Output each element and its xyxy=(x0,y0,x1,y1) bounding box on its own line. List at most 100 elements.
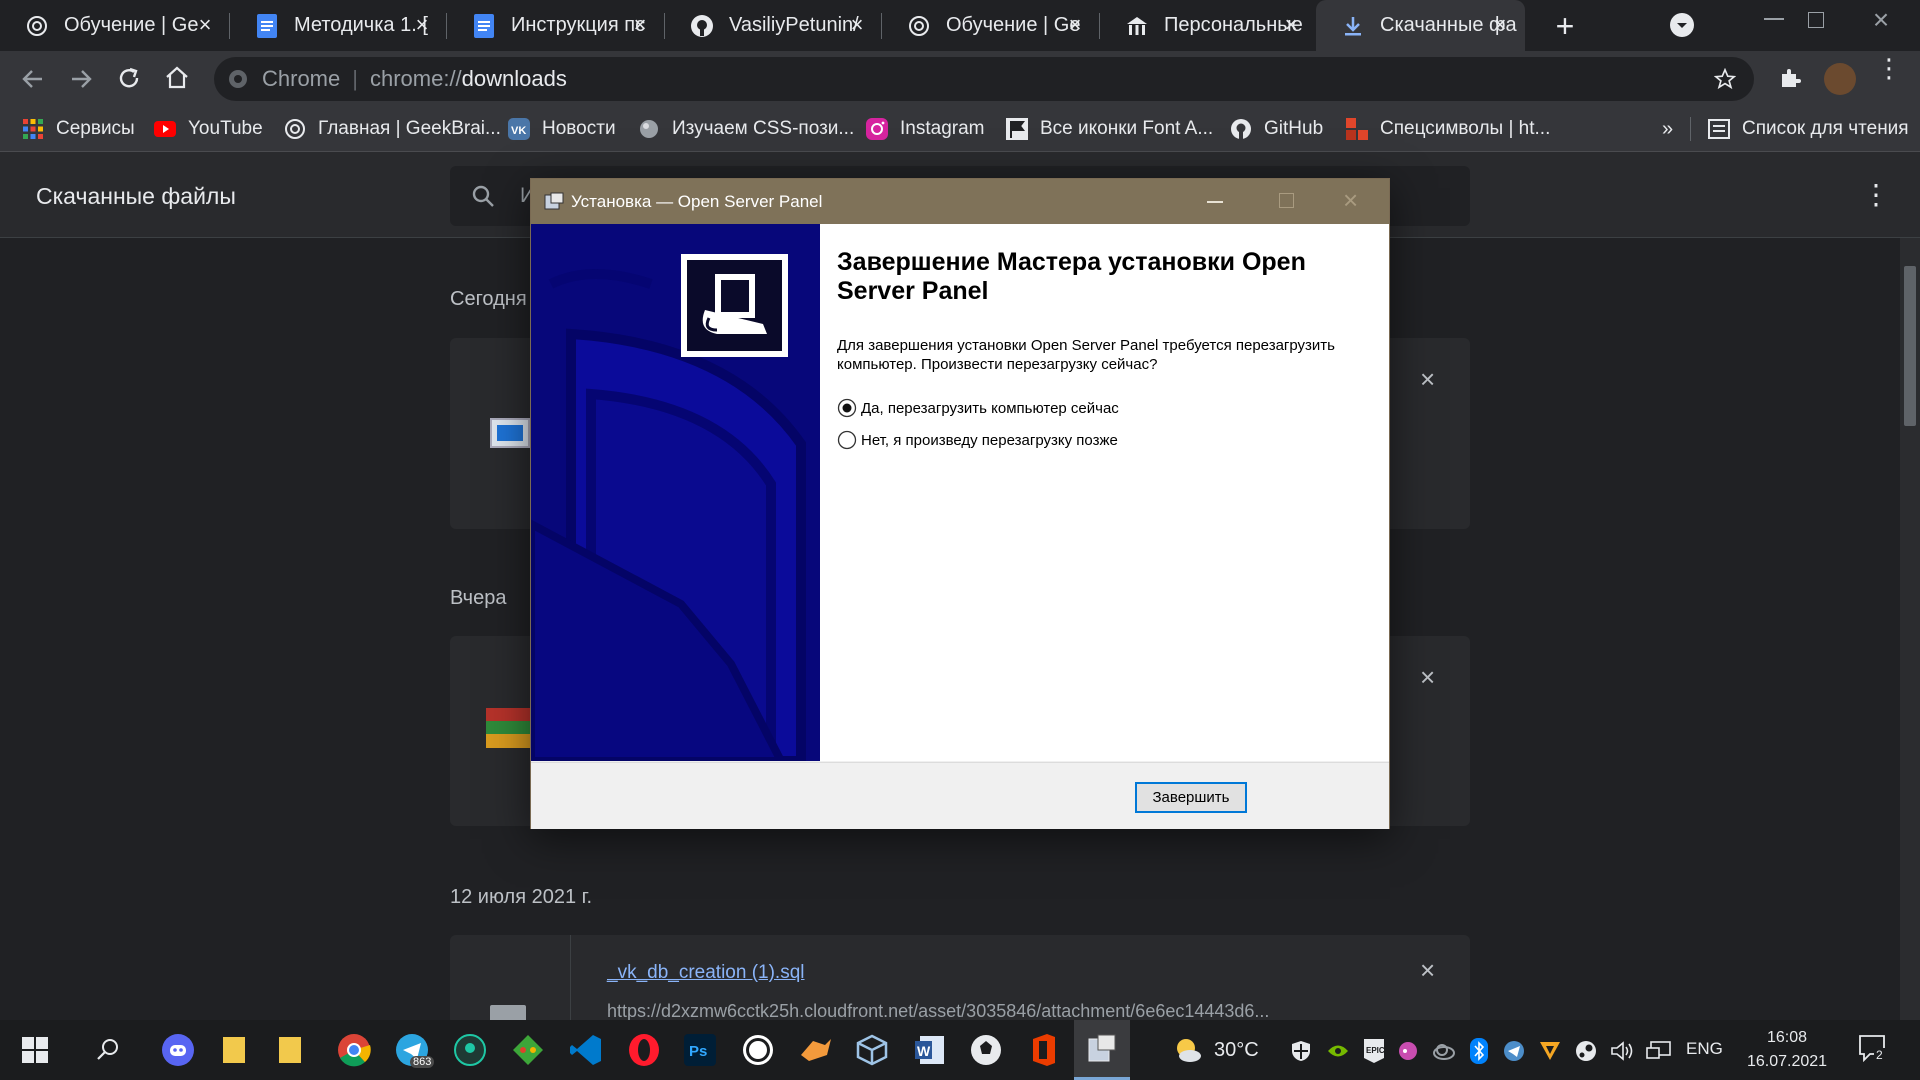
svg-text:Ps: Ps xyxy=(689,1043,707,1060)
close-icon[interactable]: × xyxy=(629,14,651,36)
taskbar-folder-2[interactable] xyxy=(262,1020,318,1080)
wizard-description: Для завершения установки Open Server Pan… xyxy=(837,337,1335,373)
installer-file-icon xyxy=(490,418,530,448)
taskbar-gitkraken[interactable] xyxy=(442,1020,498,1080)
cloud-icon[interactable] xyxy=(1432,1042,1456,1060)
steam-icon[interactable] xyxy=(1574,1040,1598,1062)
partly-sunny-icon xyxy=(1177,1039,1201,1062)
bookmark-instagram[interactable]: Instagram xyxy=(866,106,984,152)
finish-button[interactable]: Завершить xyxy=(1135,782,1247,813)
bookmark-css[interactable]: Изучаем CSS-пози... xyxy=(638,106,854,152)
scrollbar-thumb[interactable] xyxy=(1904,266,1916,426)
bookmark-special-chars[interactable]: Спецсимволы | ht... xyxy=(1346,106,1550,152)
dialog-close-button[interactable]: × xyxy=(1343,185,1358,216)
taskbar-search-button[interactable] xyxy=(80,1020,136,1080)
back-icon[interactable] xyxy=(20,66,46,92)
tab-search-button[interactable] xyxy=(1670,13,1694,37)
tab-2[interactable]: Инструкция пс × xyxy=(447,0,665,51)
dialog-minimize-button[interactable] xyxy=(1207,201,1223,203)
tab-3[interactable]: VasiliyPetunin/ × xyxy=(665,0,882,51)
home-icon[interactable] xyxy=(164,65,190,91)
download-url-link[interactable]: https://d2xzmw6cctk25h.cloudfront.net/as… xyxy=(607,1001,1357,1022)
close-window-button[interactable]: × xyxy=(1866,4,1896,35)
vscode-icon xyxy=(570,1035,601,1065)
taskbar-office[interactable] xyxy=(1016,1020,1072,1080)
input-language[interactable]: ENG xyxy=(1686,1039,1723,1059)
network-icon[interactable] xyxy=(1646,1040,1672,1062)
epic-games-icon[interactable]: EPIC xyxy=(1362,1038,1386,1064)
telegram-tray-icon[interactable] xyxy=(1502,1040,1526,1062)
volume-icon[interactable] xyxy=(1610,1040,1634,1062)
close-icon[interactable]: × xyxy=(1064,14,1086,36)
tab-0[interactable]: Обучение | Ge × xyxy=(0,0,230,51)
taskbar-installer-active[interactable] xyxy=(1074,1020,1130,1080)
bookmark-services[interactable]: Сервисы xyxy=(22,106,135,152)
tab-1[interactable]: Методичка 1. [ × xyxy=(230,0,447,51)
taskbar-folder-1[interactable] xyxy=(206,1020,262,1080)
bookmark-youtube[interactable]: YouTube xyxy=(154,106,263,152)
close-icon[interactable]: × xyxy=(846,14,868,36)
defender-shield-icon[interactable] xyxy=(1290,1040,1312,1062)
bookmark-news[interactable]: VK Новости xyxy=(508,106,616,152)
tab-4[interactable]: Обучение | Ge × xyxy=(882,0,1100,51)
taskbar-git-app[interactable] xyxy=(500,1020,556,1080)
app-tray-icon[interactable] xyxy=(1538,1040,1562,1062)
soccer-ball-icon xyxy=(971,1035,1001,1065)
nvidia-icon[interactable] xyxy=(1326,1040,1350,1062)
remove-download-button[interactable]: × xyxy=(1420,364,1435,395)
tab-5[interactable]: Персональные × xyxy=(1100,0,1316,51)
taskbar-opera[interactable] xyxy=(616,1020,672,1080)
dialog-maximize-button xyxy=(1279,193,1294,208)
download-file-name-link[interactable]: _vk_db_creation (1).sql xyxy=(607,962,805,984)
page-menu-kebab-icon[interactable]: ⋮ xyxy=(1862,178,1890,211)
docs-icon xyxy=(254,13,280,39)
page-scrollbar[interactable] xyxy=(1900,238,1920,1020)
close-icon[interactable]: × xyxy=(411,14,433,36)
start-button[interactable] xyxy=(7,1020,63,1080)
radio-unchecked-icon[interactable] xyxy=(837,430,857,450)
taskbar-whatsapp[interactable] xyxy=(730,1020,786,1080)
reload-icon[interactable] xyxy=(116,66,142,92)
address-bar[interactable]: Chrome | chrome:// downloads xyxy=(214,57,1754,101)
radio-checked-icon[interactable] xyxy=(837,398,857,418)
extensions-icon[interactable] xyxy=(1778,66,1802,90)
game-app-icon[interactable] xyxy=(1396,1040,1420,1062)
minimize-button[interactable] xyxy=(1764,18,1784,20)
reading-list-label: Список для чтения xyxy=(1742,118,1909,139)
close-icon[interactable]: × xyxy=(194,14,216,36)
close-icon[interactable]: × xyxy=(1280,14,1302,36)
taskbar-vscode[interactable] xyxy=(558,1020,614,1080)
radio-restart-later[interactable]: Нет, я произведу перезагрузку позже xyxy=(837,429,1118,451)
vk-icon: VK xyxy=(508,118,530,140)
restore-button[interactable] xyxy=(1808,12,1824,28)
taskbar-discord[interactable] xyxy=(150,1020,206,1080)
taskbar-telegram[interactable]: 863 xyxy=(384,1020,440,1080)
bookmark-label: Спецсимволы | ht... xyxy=(1380,118,1551,139)
clock[interactable]: 16:08 16.07.2021 xyxy=(1740,1026,1834,1074)
bookmark-geekbrains[interactable]: Главная | GeekBrai... xyxy=(284,106,501,152)
remove-download-button[interactable]: × xyxy=(1420,955,1435,986)
new-tab-button[interactable]: + xyxy=(1548,9,1582,43)
taskbar-squirrel-app[interactable] xyxy=(788,1020,844,1080)
bookmark-star-icon[interactable] xyxy=(1714,68,1736,90)
menu-kebab-icon[interactable]: ⋮ xyxy=(1876,55,1902,95)
taskbar-chrome[interactable] xyxy=(326,1020,382,1080)
taskbar-soccer-app[interactable] xyxy=(958,1020,1014,1080)
radio-restart-now[interactable]: Да, перезагрузить компьютер сейчас xyxy=(837,397,1119,419)
weather-widget[interactable]: 30°C xyxy=(1172,1034,1259,1066)
reading-list-button[interactable]: Список для чтения xyxy=(1708,106,1909,152)
avatar[interactable] xyxy=(1824,63,1856,95)
taskbar-virtualbox[interactable] xyxy=(844,1020,900,1080)
remove-download-button[interactable]: × xyxy=(1420,662,1435,693)
svg-text:VK: VK xyxy=(511,125,526,137)
taskbar-word[interactable]: W xyxy=(902,1020,958,1080)
bookmark-font-awesome[interactable]: Все иконки Font A... xyxy=(1006,106,1213,152)
bookmarks-overflow-button[interactable]: » xyxy=(1662,106,1673,152)
close-icon[interactable]: × xyxy=(1489,14,1511,36)
tab-6-active[interactable]: Скачанные фа × xyxy=(1316,0,1525,51)
taskbar-photoshop[interactable]: Ps xyxy=(672,1020,728,1080)
notifications-button[interactable]: 2 xyxy=(1858,1034,1890,1066)
forward-icon[interactable] xyxy=(68,66,94,92)
bookmark-github[interactable]: GitHub xyxy=(1230,106,1323,152)
bluetooth-icon[interactable] xyxy=(1470,1038,1488,1064)
